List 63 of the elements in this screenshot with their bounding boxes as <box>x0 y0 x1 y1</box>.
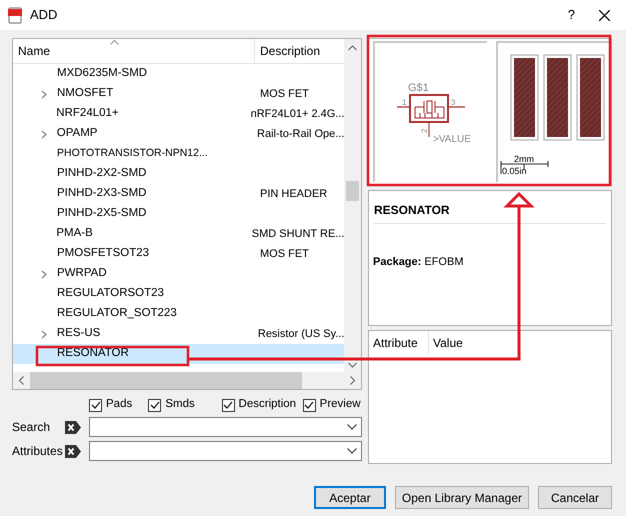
scroll-down-icon[interactable] <box>348 362 358 368</box>
scrollbar-thumb[interactable] <box>30 372 302 389</box>
app-icon <box>8 6 22 24</box>
value-label: >VALUE <box>433 134 471 145</box>
combo-field[interactable] <box>89 417 362 437</box>
expand-icon[interactable] <box>41 130 47 138</box>
expand-icon[interactable] <box>41 270 47 278</box>
clear-icon[interactable] <box>65 420 82 434</box>
column-header[interactable]: Attribute <box>369 331 429 355</box>
tree-row[interactable]: REGULATOR_SOT223 <box>13 304 344 324</box>
sort-icon <box>110 40 119 45</box>
close-icon[interactable] <box>599 10 610 20</box>
tree-row[interactable]: NMOSFET MOS FET <box>13 84 344 104</box>
column-header[interactable]: Name <box>18 42 50 60</box>
package-info: Package: EFOBM <box>373 255 464 270</box>
checkbox[interactable] <box>89 398 102 412</box>
tree-row[interactable]: NRF24L01+ nRF24L01+ 2.4G... <box>13 104 344 124</box>
expand-icon[interactable] <box>41 330 47 338</box>
horizontal-scrollbar[interactable] <box>13 372 361 389</box>
field-label: Search <box>12 419 52 436</box>
tree-row[interactable]: PMA-B SMD SHUNT RE... <box>13 224 344 244</box>
tree-row[interactable]: PINHD-2X2-SMD <box>13 164 344 184</box>
scale-label: 0.05in <box>502 166 527 176</box>
tree-row[interactable]: PINHD-2X5-SMD <box>13 204 344 224</box>
tree-row[interactable]: PINHD-2X3-SMD PIN HEADER <box>13 184 344 204</box>
checkbox-label: Preview <box>320 397 361 412</box>
tree-row[interactable]: PWRPAD <box>13 264 344 284</box>
tree-row[interactable]: PHOTOTRANSISTOR-NPN12... <box>13 144 344 164</box>
checkbox-label: Pads <box>106 397 132 412</box>
scrollbar-thumb[interactable] <box>346 181 359 201</box>
checkbox[interactable] <box>148 398 162 412</box>
scale-bar <box>500 160 548 174</box>
scroll-left-icon[interactable] <box>19 376 24 385</box>
tree-row[interactable]: REGULATORSOT23 <box>13 284 344 304</box>
pin-number: 2 <box>420 128 429 133</box>
window-title: ADD <box>30 6 58 24</box>
dropdown-caret-icon[interactable] <box>347 424 357 430</box>
clear-icon[interactable] <box>65 444 82 458</box>
tree-row[interactable]: OPAMP Rail-to-Rail Ope... <box>13 124 344 144</box>
tree-row[interactable]: MXD6235M-SMD <box>13 64 344 84</box>
scale-label: 2mm <box>514 154 534 164</box>
tree-row[interactable]: RES-US Resistor (US Sy... <box>13 324 344 344</box>
checkbox-label: Description <box>238 397 296 412</box>
tree-row[interactable]: PMOSFETSOT23 MOS FET <box>13 244 344 264</box>
help-button[interactable]: ? <box>568 5 575 25</box>
checkbox[interactable] <box>222 398 235 412</box>
part-name-label: G$1 <box>408 82 429 94</box>
column-header[interactable]: Description <box>260 44 320 58</box>
column-header[interactable]: Value <box>429 331 467 355</box>
field-label: Attributes <box>12 443 64 460</box>
pin-number: 3 <box>451 98 456 107</box>
vertical-scrollbar[interactable] <box>344 39 361 372</box>
dialog-button[interactable]: Cancelar <box>538 486 612 509</box>
pin-number: 1 <box>402 98 406 107</box>
scroll-right-icon[interactable] <box>350 376 355 385</box>
expand-icon[interactable] <box>41 90 47 98</box>
dropdown-caret-icon[interactable] <box>347 448 357 454</box>
dialog-button[interactable]: Open Library Manager <box>394 486 529 509</box>
checkbox[interactable] <box>302 398 316 412</box>
combo-field[interactable] <box>89 441 362 461</box>
checkbox-label: Smds <box>165 397 195 412</box>
scroll-up-icon[interactable] <box>348 45 358 51</box>
dialog-button[interactable]: Aceptar <box>314 486 386 509</box>
